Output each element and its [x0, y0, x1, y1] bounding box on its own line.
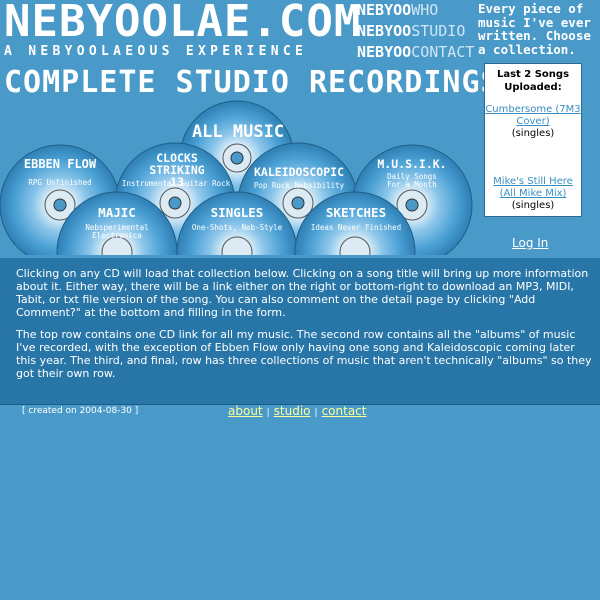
cd-collection-grid: ALL MUSIC EBBEN FLOW RPG Unfinished CLOC… — [0, 100, 480, 255]
nav-who-link[interactable]: NEBYOOWHO — [357, 0, 474, 21]
page-title: COMPLETE STUDIO RECORDINGS — [4, 65, 500, 100]
cd-title: EBBEN FLOW — [23, 157, 97, 171]
cd-title: SKETCHES — [325, 205, 387, 220]
footer-studio-link[interactable]: studio — [274, 404, 311, 418]
nav-studio-link[interactable]: NEBYOOSTUDIO — [357, 21, 474, 42]
cd-subtitle: Pop Rock Nebsibility — [253, 181, 345, 190]
nav-suffix: STUDIO — [411, 22, 466, 40]
recent-song-link[interactable]: Mike's Still Here (All Mike Mix) — [485, 176, 581, 200]
cd-title: MAJIC — [98, 205, 136, 220]
cd-title: SINGLES — [210, 205, 264, 220]
info-paragraph: Clicking on any CD will load that collec… — [16, 267, 589, 319]
login-link[interactable]: Log In — [512, 236, 548, 250]
nav-suffix: CONTACT — [411, 43, 475, 61]
nav-suffix: WHO — [411, 1, 439, 19]
recent-song-category: (singles) — [511, 200, 555, 211]
nav-prefix: NEBYOO — [357, 1, 412, 19]
recent-song-link[interactable]: Cumbersome (7M3 Cover) — [485, 104, 581, 128]
cd-subtitle: Instrumental Guitar Rock — [121, 179, 231, 188]
recent-uploads-heading: Last 2 Songs Uploaded: — [496, 69, 570, 93]
footer-separator: | — [314, 408, 318, 418]
created-date: [ created on 2004-08-30 ] — [22, 406, 139, 416]
cd-subtitle: RPG Unfinished — [28, 178, 92, 187]
cd-title: KALEIDOSCOPIC — [253, 165, 344, 179]
recent-song-category: (singles) — [511, 128, 555, 139]
cd-subtitle: Ideas Never Finished — [310, 223, 402, 232]
nav-contact-link[interactable]: NEBYOOCONTACT — [357, 42, 474, 63]
nav-prefix: NEBYOO — [357, 22, 412, 40]
footer-nav: about | studio | contact — [228, 404, 366, 418]
info-paragraph: The top row contains one CD link for all… — [16, 328, 592, 380]
header-blurb: Every piece of music I've ever written. … — [478, 1, 591, 57]
footer-about-link[interactable]: about — [228, 404, 263, 418]
cd-subtitle: Nebsperimental Electronica — [85, 223, 149, 240]
cd-title: M.U.S.I.K. — [377, 157, 447, 171]
site-logo[interactable]: NEBYOOLAE.COM — [4, 0, 361, 48]
info-panel: Clicking on any CD will load that collec… — [0, 258, 600, 405]
cd-subtitle: One-Shots, Neb-Style — [191, 223, 283, 232]
cd-subtitle: Daily Songs For a Month — [387, 172, 437, 189]
site-tagline: A NEBYOOLAEOUS EXPERIENCE — [4, 44, 308, 59]
footer-contact-link[interactable]: contact — [322, 404, 367, 418]
footer-separator: | — [266, 408, 270, 418]
recent-uploads-box: Last 2 Songs Uploaded: Cumbersome (7M3 C… — [484, 63, 582, 217]
nav-prefix: NEBYOO — [357, 43, 412, 61]
top-nav: NEBYOOWHO NEBYOOSTUDIO NEBYOOCONTACT — [357, 0, 474, 63]
cd-title: ALL MUSIC — [191, 122, 285, 142]
